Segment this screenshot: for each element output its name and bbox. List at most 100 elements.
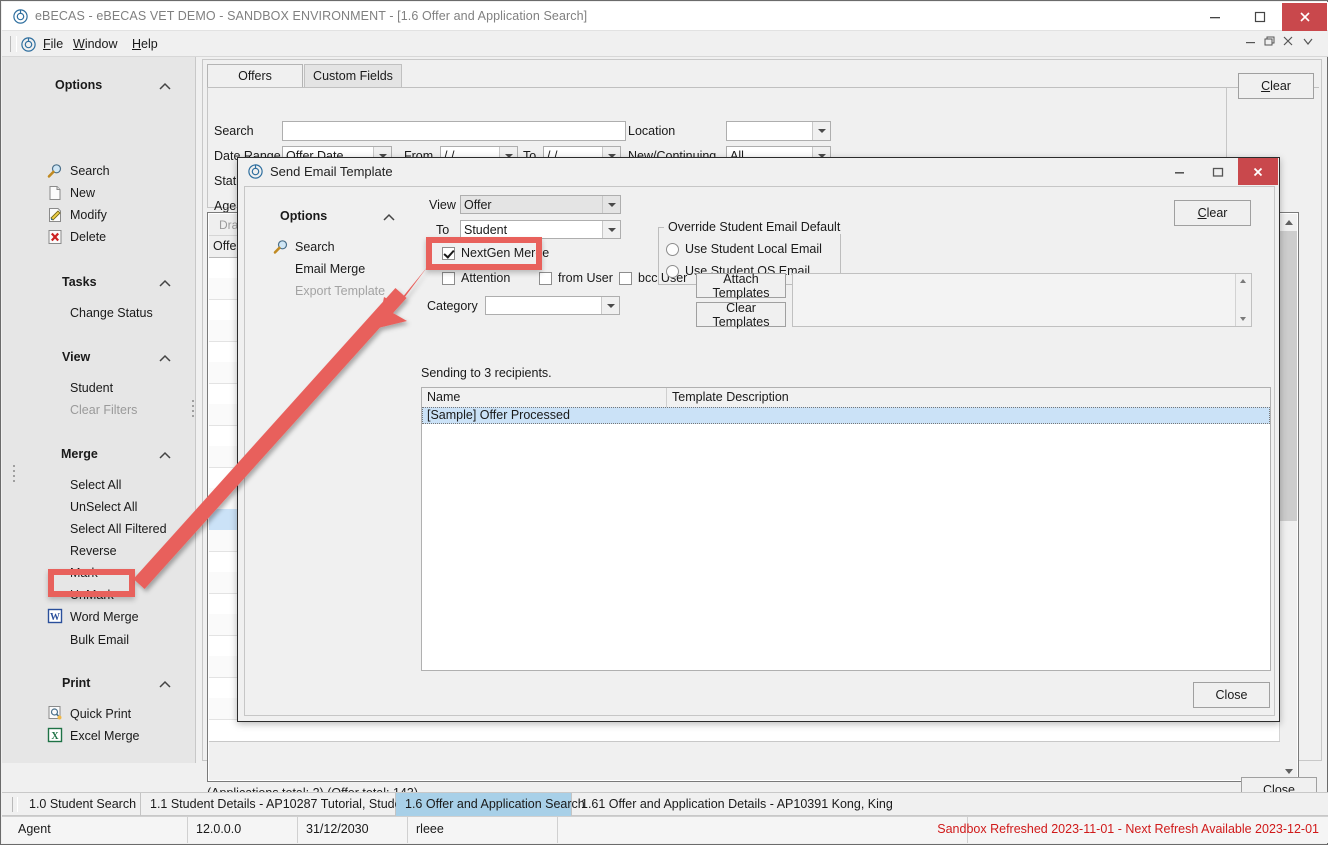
- status-cell-username: rleee: [408, 817, 558, 843]
- dialog-option-search[interactable]: Search: [295, 240, 335, 254]
- sidebar-item-reverse[interactable]: Reverse: [70, 544, 117, 558]
- sidebar-item-student[interactable]: Student: [70, 381, 113, 395]
- sidebar-item-clear-filters: Clear Filters: [70, 403, 137, 417]
- mdi-minimize-icon[interactable]: [1245, 35, 1257, 50]
- dialog-close-button[interactable]: [1238, 158, 1278, 185]
- chevron-up-icon[interactable]: [158, 679, 172, 691]
- label-location: Location: [628, 124, 675, 138]
- label-category: Category: [427, 299, 478, 313]
- use-os-email-radio[interactable]: [666, 265, 679, 278]
- menu-item-file[interactable]: FFileile: [43, 37, 63, 51]
- search-icon: [273, 239, 289, 255]
- new-document-icon: [47, 185, 63, 201]
- clear-templates-button[interactable]: Clear Templates: [696, 302, 786, 327]
- taskbar-tab-offer-details[interactable]: 1.61 Offer and Application Details - AP1…: [572, 793, 892, 816]
- attach-templates-button[interactable]: Attach Templates: [696, 273, 786, 298]
- nextgen-merge-highlight: [426, 237, 542, 270]
- template-list-row[interactable]: [Sample] Offer Processed: [422, 407, 1270, 424]
- sidebar-item-delete[interactable]: Delete: [70, 230, 106, 244]
- scroll-up-icon[interactable]: [1240, 279, 1246, 283]
- chevron-up-icon[interactable]: [158, 450, 172, 462]
- template-list-col-name[interactable]: Name: [422, 388, 667, 407]
- dialog-clear-button[interactable]: Clear: [1174, 200, 1251, 226]
- sandbox-refresh-notice: Sandbox Refreshed 2023-11-01 - Next Refr…: [937, 822, 1319, 836]
- dialog-close-action-button[interactable]: Close: [1193, 682, 1270, 708]
- bcc-user-checkbox[interactable]: [619, 272, 632, 285]
- menu-item-window[interactable]: Window: [73, 37, 117, 51]
- chevron-up-icon[interactable]: [158, 81, 172, 93]
- tab-custom-fields[interactable]: Custom Fields: [304, 64, 402, 88]
- template-list-col-description[interactable]: Template Description: [667, 388, 1271, 407]
- chevron-up-icon[interactable]: [382, 212, 396, 224]
- sidebar-item-excel-merge[interactable]: Excel Merge: [70, 729, 139, 743]
- template-list[interactable]: Name Template Description [Sample] Offer…: [421, 387, 1271, 671]
- sidebar-item-modify[interactable]: Modify: [70, 208, 107, 222]
- attached-templates-scrollbar[interactable]: [1235, 274, 1251, 326]
- sidebar-splitter-grip[interactable]: [13, 462, 17, 488]
- window-maximize-button[interactable]: [1237, 3, 1282, 31]
- sidebar-item-word-merge[interactable]: Word Merge: [70, 610, 139, 624]
- grid-vertical-scrollbar[interactable]: [1279, 214, 1297, 780]
- status-cell-version: 12.0.0.0: [188, 817, 298, 843]
- ebecas-logo-icon: [13, 9, 28, 24]
- window-close-button[interactable]: [1282, 3, 1327, 31]
- label-to: To: [436, 223, 449, 237]
- window-tab-bar: 1.0 Student Search 1.1 Student Details -…: [2, 792, 1328, 816]
- dialog-minimize-button[interactable]: [1161, 158, 1199, 185]
- taskbar-tab-student-details[interactable]: 1.1 Student Details - AP10287 Tutorial, …: [141, 793, 396, 816]
- taskbar-tab-student-search[interactable]: 1.0 Student Search: [20, 793, 141, 816]
- ebecas-logo-icon: [21, 37, 36, 52]
- window-title: eBECAS - eBECAS VET DEMO - SANDBOX ENVIR…: [35, 9, 587, 23]
- pane-splitter-grip[interactable]: [192, 397, 196, 423]
- search-input[interactable]: [282, 121, 626, 141]
- mdi-restore-icon[interactable]: [1264, 35, 1276, 50]
- template-list-header: Name Template Description: [422, 388, 1270, 408]
- sidebar-item-unselect-all[interactable]: UnSelect All: [70, 500, 137, 514]
- menu-item-help[interactable]: Help: [132, 37, 158, 51]
- taskbar-grip[interactable]: [12, 797, 18, 812]
- sidebar: Options Search New Modify: [2, 57, 196, 763]
- template-row-name: [Sample] Offer Processed: [423, 408, 671, 423]
- sidebar-item-change-status[interactable]: Change Status: [70, 306, 153, 320]
- sending-to-text: Sending to 3 recipients.: [421, 366, 552, 380]
- menu-grip[interactable]: [10, 36, 17, 52]
- sidebar-item-new[interactable]: New: [70, 186, 95, 200]
- dialog-maximize-button[interactable]: [1199, 158, 1237, 185]
- grid-footer: [209, 741, 1280, 780]
- taskbar-tab-offer-search[interactable]: 1.6 Offer and Application Search: [396, 793, 572, 816]
- sidebar-item-quick-print[interactable]: Quick Print: [70, 707, 131, 721]
- window-minimize-button[interactable]: [1192, 3, 1237, 31]
- title-bar: eBECAS - eBECAS VET DEMO - SANDBOX ENVIR…: [2, 2, 1328, 31]
- category-select[interactable]: [485, 296, 620, 315]
- form-tabstrip: Offers Custom Fields: [207, 64, 1319, 88]
- scroll-up-button[interactable]: [1280, 214, 1297, 231]
- sidebar-item-bulk-email[interactable]: Bulk Email: [70, 633, 129, 647]
- mdi-chevron-down-icon[interactable]: [1302, 35, 1314, 50]
- modify-pencil-icon: [47, 207, 63, 223]
- sidebar-section-tasks-title: Tasks: [62, 275, 97, 289]
- sidebar-item-search[interactable]: Search: [70, 164, 110, 178]
- application-window: eBECAS - eBECAS VET DEMO - SANDBOX ENVIR…: [0, 0, 1328, 845]
- scroll-thumb[interactable]: [1280, 231, 1297, 521]
- status-cell-blank: [558, 817, 968, 843]
- ebecas-logo-icon: [248, 164, 263, 179]
- dialog-title-bar: Send Email Template: [238, 158, 1279, 186]
- location-select[interactable]: [726, 121, 831, 141]
- use-local-email-radio[interactable]: [666, 243, 679, 256]
- dialog-option-email-merge[interactable]: Email Merge: [295, 262, 365, 276]
- chevron-up-icon[interactable]: [158, 278, 172, 290]
- template-row-description: [668, 408, 1272, 423]
- scroll-down-icon[interactable]: [1240, 317, 1246, 321]
- from-user-checkbox[interactable]: [539, 272, 552, 285]
- attention-checkbox[interactable]: [442, 272, 455, 285]
- from-user-label: from User: [558, 271, 613, 285]
- attached-templates-box[interactable]: [792, 273, 1252, 327]
- mdi-close-icon[interactable]: [1282, 35, 1294, 50]
- tab-offers[interactable]: Offers: [207, 64, 303, 89]
- quick-print-icon: [47, 705, 63, 721]
- sidebar-section-merge-title: Merge: [61, 447, 98, 461]
- sidebar-item-select-all-filtered[interactable]: Select All Filtered: [70, 522, 167, 536]
- sidebar-item-select-all[interactable]: Select All: [70, 478, 121, 492]
- clear-search-button[interactable]: Clear: [1238, 73, 1314, 99]
- chevron-up-icon[interactable]: [158, 353, 172, 365]
